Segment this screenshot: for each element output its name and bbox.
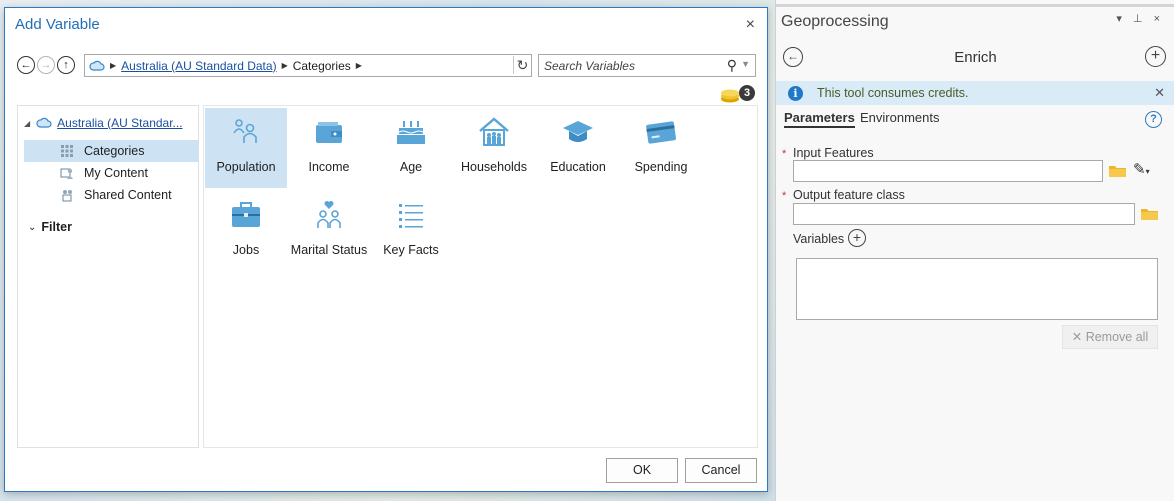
add-variable-icon[interactable]: +: [848, 229, 866, 247]
breadcrumb[interactable]: ▶ Australia (AU Standard Data) ▶ Categor…: [84, 54, 532, 77]
expand-triangle-icon[interactable]: ◢: [24, 119, 30, 128]
search-icon[interactable]: ⚲: [727, 57, 737, 74]
info-bar: i This tool consumes credits. ✕: [776, 81, 1174, 105]
pane-divider: [776, 4, 1174, 7]
house-icon: [479, 117, 509, 146]
category-age[interactable]: Age: [370, 108, 452, 188]
briefcase-icon: [232, 202, 260, 227]
tab-environments[interactable]: Environments: [860, 110, 939, 125]
close-icon[interactable]: ×: [746, 16, 755, 34]
add-variable-dialog: Add Variable × ← → ↑ ▶ Australia (AU Sta…: [4, 7, 768, 492]
category-label: Marital Status: [290, 243, 368, 257]
pane-window-controls[interactable]: ▾ ⊥ ×: [1116, 12, 1164, 25]
breadcrumb-arrow-icon: ▶: [110, 61, 117, 70]
credit-card-icon: [646, 121, 676, 144]
category-education[interactable]: Education: [537, 108, 619, 188]
ok-button[interactable]: OK: [606, 458, 678, 483]
folder-icon[interactable]: [1141, 208, 1158, 220]
back-arrow-icon[interactable]: ←: [17, 56, 35, 74]
dialog-title: Add Variable: [15, 16, 100, 33]
birthday-cake-icon: [397, 121, 425, 144]
remove-all-button[interactable]: ✕ Remove all: [1062, 325, 1158, 349]
content-tree: ◢ Australia (AU Standar... Categories My: [17, 105, 199, 448]
refresh-icon[interactable]: ↻: [513, 56, 531, 74]
pencil-icon[interactable]: ✎▾: [1133, 160, 1150, 178]
required-marker: *: [782, 148, 787, 160]
add-icon[interactable]: +: [1145, 46, 1166, 67]
pane-title: Geoprocessing: [781, 13, 889, 30]
shared-content-icon: [62, 190, 72, 202]
grid-icon: [61, 145, 73, 157]
tree-root[interactable]: ◢ Australia (AU Standar...: [24, 116, 183, 130]
category-spending[interactable]: Spending: [620, 108, 702, 188]
chevron-down-icon[interactable]: ▼: [741, 59, 750, 69]
tree-item-shared-content[interactable]: Shared Content: [24, 184, 198, 206]
folder-icon[interactable]: [1109, 165, 1126, 177]
breadcrumb-arrow-icon: ▶: [281, 61, 288, 70]
variables-list[interactable]: [796, 258, 1158, 320]
tree-item-my-content[interactable]: My Content: [24, 162, 198, 184]
credits-stack-icon: [721, 89, 739, 103]
required-marker: *: [782, 190, 787, 202]
output-feature-class-label: Output feature class: [793, 188, 905, 202]
chevron-down-icon: ⌄: [28, 221, 37, 233]
cancel-button[interactable]: Cancel: [685, 458, 757, 483]
category-label: Income: [308, 160, 350, 174]
tree-root-label[interactable]: Australia (AU Standar...: [57, 116, 182, 130]
up-arrow-icon[interactable]: ↑: [57, 56, 75, 74]
tree-item-label: Categories: [84, 144, 145, 158]
geoprocessing-pane: Geoprocessing ▾ ⊥ × ← Enrich + i This to…: [775, 0, 1174, 501]
category-label: Key Facts: [383, 243, 439, 257]
search-placeholder: Search Variables: [544, 58, 635, 73]
category-households[interactable]: Households: [453, 108, 535, 188]
list-icon: [399, 204, 423, 228]
category-label: Jobs: [232, 243, 260, 257]
input-features-field[interactable]: [793, 160, 1103, 182]
category-grid: Population Income Age Households Educati…: [203, 105, 758, 448]
search-input[interactable]: Search Variables ⚲ ▼: [538, 54, 756, 77]
info-icon: i: [788, 85, 803, 101]
category-label: Population: [216, 160, 276, 174]
credits-count-badge: 3: [739, 85, 755, 101]
close-icon[interactable]: ✕: [1154, 85, 1165, 101]
category-jobs[interactable]: Jobs: [205, 191, 287, 271]
credits-indicator[interactable]: 3: [720, 85, 756, 105]
forward-arrow-icon[interactable]: →: [37, 56, 55, 74]
category-label: Spending: [634, 160, 688, 174]
category-label: Age: [399, 160, 423, 174]
user-content-icon: [60, 168, 73, 179]
tool-name: Enrich: [954, 49, 997, 66]
tree-item-label: My Content: [84, 166, 148, 180]
filter-label: Filter: [41, 220, 72, 234]
tree-item-categories[interactable]: Categories: [24, 140, 198, 162]
couple-heart-icon: [317, 201, 341, 228]
population-icon: [233, 119, 257, 143]
navigation-buttons: ← → ↑: [17, 54, 77, 76]
filter-toggle[interactable]: ⌄ Filter: [28, 220, 72, 234]
category-marital-status[interactable]: Marital Status: [288, 191, 370, 271]
category-population[interactable]: Population: [205, 108, 287, 188]
breadcrumb-arrow-icon: ▶: [355, 61, 362, 70]
breadcrumb-segment[interactable]: Categories: [293, 59, 351, 73]
breadcrumb-root-link[interactable]: Australia (AU Standard Data): [121, 59, 276, 73]
category-income[interactable]: Income: [288, 108, 370, 188]
category-key-facts[interactable]: Key Facts: [370, 191, 452, 271]
cloud-icon: [89, 60, 105, 71]
help-icon[interactable]: ?: [1145, 111, 1162, 128]
variables-label: Variables: [793, 232, 845, 246]
tab-parameters[interactable]: Parameters: [784, 110, 855, 128]
wallet-icon: [316, 122, 342, 143]
category-label: Education: [550, 160, 606, 174]
graduation-cap-icon: [563, 121, 593, 142]
cloud-icon: [36, 117, 52, 128]
tree-item-label: Shared Content: [84, 188, 172, 202]
category-label: Households: [460, 160, 527, 174]
info-text: This tool consumes credits.: [817, 86, 969, 100]
input-features-label: Input Features: [793, 146, 874, 160]
output-feature-class-field[interactable]: [793, 203, 1135, 225]
